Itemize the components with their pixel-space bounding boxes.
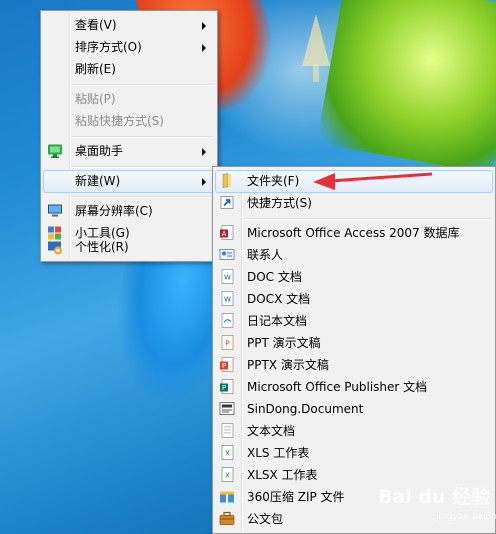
submenu-item-label: XLSX 工作表 [247,468,318,482]
menu-item-label: 屏幕分辨率(C) [75,204,153,218]
pptx-icon: P [220,357,234,372]
menu-item-label: 查看(V) [75,18,117,32]
menu-item-paste[interactable]: 粘贴(P) [43,88,215,111]
submenu-item-label: 文件夹(F) [247,174,300,188]
submenu-item-folder[interactable]: 文件夹(F) [215,170,493,193]
submenu-item-contact[interactable]: 联系人 [215,244,493,267]
menu-item-paste-shortcut[interactable]: 粘贴快捷方式(S) [43,110,215,133]
baidu-watermark-url: jingyan.baidu.com [436,512,496,522]
submenu-arrow-icon [202,178,206,186]
desktop-assistant-icon [48,144,62,158]
xlsx-icon: X [221,467,234,482]
zip-archive-icon [220,491,234,503]
submenu-item-label: 360压缩 ZIP 文件 [247,490,345,504]
menu-item-label: 粘贴快捷方式(S) [75,114,164,128]
menu-item-screen-resolution[interactable]: 屏幕分辨率(C) [43,200,215,223]
menu-item-new[interactable]: 新建(W) [43,170,215,193]
svg-text:X: X [225,472,230,480]
wallpaper-logo-green-pane [316,0,496,175]
submenu-item-label: 快捷方式(S) [247,196,312,210]
submenu-item-publisher[interactable]: P Microsoft Office Publisher 文档 [215,376,493,399]
svg-text:P: P [222,362,226,370]
menu-item-desktop-assistant[interactable]: 桌面助手 [43,140,215,163]
wallpaper-tree-trunk [313,64,319,82]
submenu-arrow-icon [202,22,206,30]
xls-icon: X [221,445,234,460]
submenu-item-doc[interactable]: W DOC 文档 [215,266,493,289]
menu-separator [71,136,214,138]
submenu-arrow-icon [202,148,206,156]
menu-separator [243,218,492,220]
menu-item-label: 桌面助手 [75,144,124,158]
menu-item-view[interactable]: 查看(V) [43,14,215,37]
submenu-item-shortcut[interactable]: 快捷方式(S) [215,192,493,215]
sindong-document-icon [219,402,235,415]
ppt-icon: P [221,335,234,350]
menu-item-label: 刷新(E) [75,62,116,76]
svg-text:P: P [222,384,226,392]
new-submenu: 文件夹(F) 快捷方式(S) A Microsoft Office Access… [212,166,496,534]
menu-item-sort-by[interactable]: 排序方式(O) [43,36,215,59]
submenu-item-access-database[interactable]: A Microsoft Office Access 2007 数据库 [215,222,493,245]
submenu-item-text-document[interactable]: 文本文档 [215,420,493,443]
journal-icon [221,313,234,328]
submenu-item-ppt[interactable]: P PPT 演示文稿 [215,332,493,355]
submenu-item-label: 公文包 [247,512,284,526]
svg-text:P: P [225,340,229,348]
svg-text:X: X [225,450,230,458]
submenu-item-xls[interactable]: X XLS 工作表 [215,442,493,465]
submenu-item-label: 文本文档 [247,424,296,438]
text-document-icon [221,423,234,438]
submenu-item-sindong-document[interactable]: SinDong.Document [215,398,493,421]
docx-icon: W [221,291,234,306]
submenu-item-label: DOC 文档 [247,270,302,284]
submenu-item-label: Microsoft Office Publisher 文档 [247,380,428,394]
submenu-item-journal[interactable]: 日记本文档 [215,310,493,333]
submenu-item-label: 联系人 [247,248,284,262]
submenu-item-label: SinDong.Document [247,402,364,416]
menu-item-label: 新建(W) [75,174,121,188]
submenu-arrow-icon [202,44,206,52]
menu-item-label: 个性化(R) [75,240,129,254]
submenu-item-label: PPT 演示文稿 [247,336,321,350]
submenu-item-label: 日记本文档 [247,314,308,328]
screen-resolution-icon [48,204,62,217]
menu-separator [71,196,214,198]
menu-item-refresh[interactable]: 刷新(E) [43,58,215,81]
svg-text:A: A [222,230,227,238]
svg-text:W: W [224,296,231,304]
menu-item-label: 排序方式(O) [75,40,142,54]
menu-separator [71,166,214,168]
submenu-item-pptx[interactable]: P PPTX 演示文稿 [215,354,493,377]
menu-item-personalize[interactable]: 个性化(R) [43,238,215,258]
desktop-context-menu: 查看(V) 排序方式(O) 刷新(E) 粘贴(P) 粘贴快捷方式(S) 桌面助手… [40,10,218,262]
svg-text:W: W [224,274,231,282]
submenu-item-label: Microsoft Office Access 2007 数据库 [247,226,460,240]
submenu-item-label: PPTX 演示文稿 [247,358,329,372]
menu-separator [71,84,214,86]
personalize-icon [48,241,62,255]
contact-icon [219,249,235,260]
briefcase-icon [219,511,235,525]
submenu-item-docx[interactable]: W DOCX 文档 [215,288,493,311]
submenu-item-label: DOCX 文档 [247,292,311,306]
publisher-icon: P [220,379,234,394]
shortcut-icon [220,196,234,209]
folder-icon [222,173,231,188]
wallpaper-tree-icon [302,14,330,66]
baidu-watermark: Bai du 经验 [378,486,491,508]
submenu-item-label: XLS 工作表 [247,446,310,460]
menu-item-label: 粘贴(P) [75,92,116,106]
doc-icon: W [221,269,234,284]
access-database-icon: A [220,225,234,240]
